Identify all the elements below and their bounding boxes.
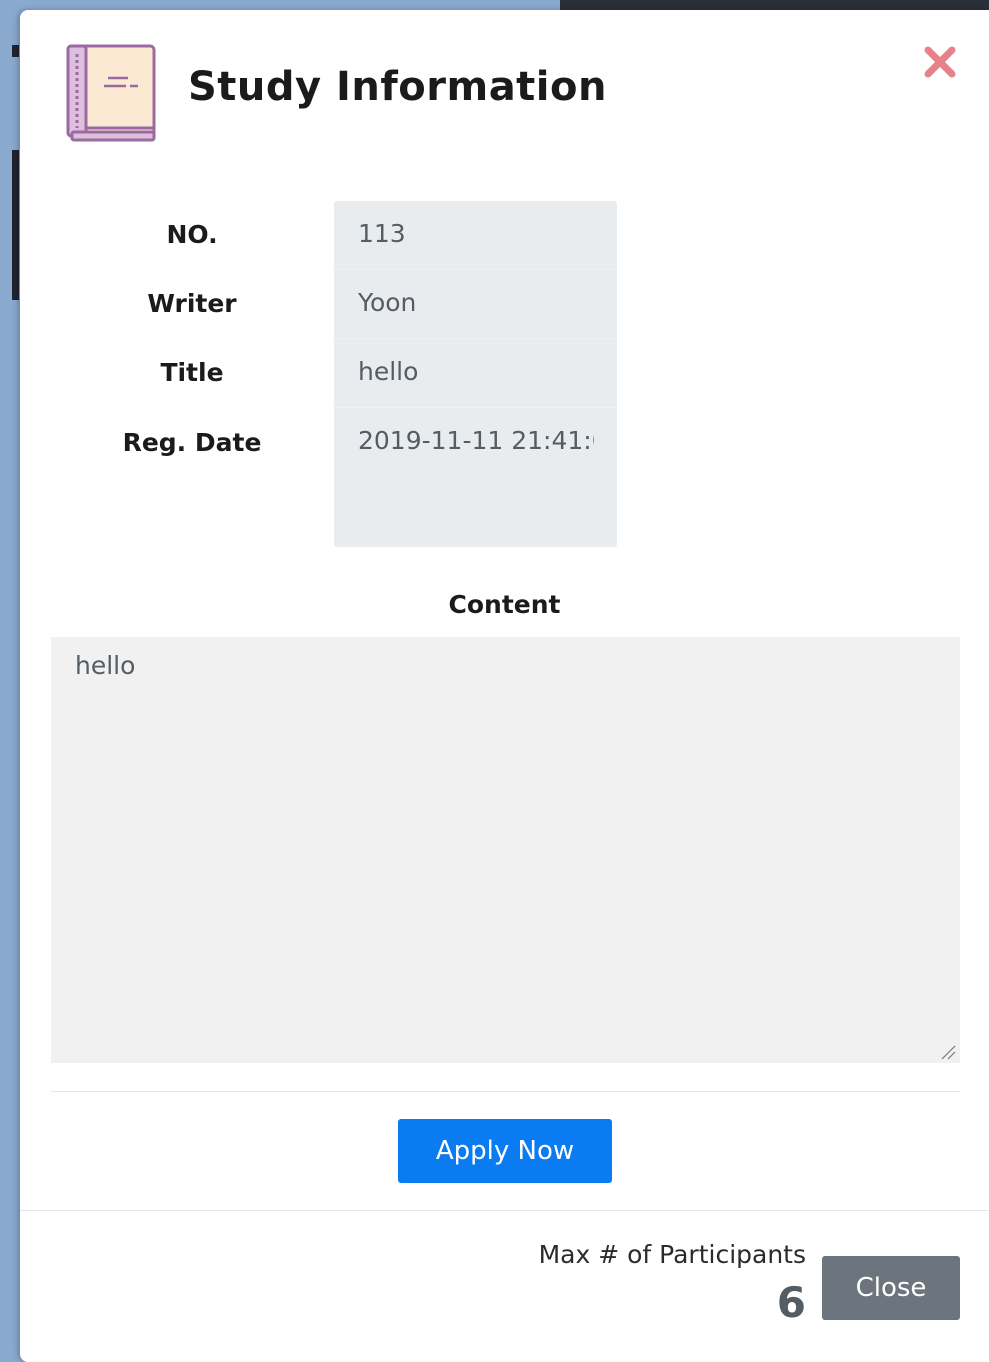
background-page-edge-small — [12, 45, 19, 57]
modal-title: Study Information — [188, 64, 607, 110]
field-value-no: 113 — [358, 219, 406, 248]
field-label-no: NO. — [166, 220, 218, 249]
field-title-input[interactable]: hello — [334, 339, 617, 408]
background-page-edge — [12, 150, 19, 300]
footer-divider — [20, 1210, 989, 1211]
study-info-modal: Study Information NO. Writer Title Reg. … — [20, 10, 989, 1362]
apply-now-button[interactable]: Apply Now — [398, 1119, 612, 1183]
field-label-reg-date: Reg. Date — [122, 428, 262, 457]
field-value-title: hello — [358, 357, 419, 386]
close-button[interactable]: Close — [822, 1256, 960, 1320]
field-reg-date-input[interactable]: 2019-11-11 21:41:09 — [334, 408, 617, 547]
book-icon — [66, 44, 156, 142]
info-panel: 113 Yoon hello 2019-11-11 21:41:09 — [334, 201, 617, 547]
resize-handle-icon[interactable] — [940, 1044, 956, 1060]
field-label-writer: Writer — [147, 289, 237, 318]
field-writer-input[interactable]: Yoon — [334, 270, 617, 339]
max-participants-label: Max # of Participants — [538, 1240, 806, 1269]
close-icon[interactable] — [922, 44, 958, 80]
max-participants-value: 6 — [776, 1278, 806, 1327]
field-value-writer: Yoon — [358, 288, 417, 317]
content-label: Content — [448, 590, 561, 619]
content-textarea[interactable]: hello — [51, 637, 960, 1063]
field-value-reg-date: 2019-11-11 21:41:09 — [358, 426, 594, 455]
divider — [51, 1091, 960, 1092]
field-no-input[interactable]: 113 — [334, 201, 617, 270]
field-label-title: Title — [160, 358, 224, 387]
